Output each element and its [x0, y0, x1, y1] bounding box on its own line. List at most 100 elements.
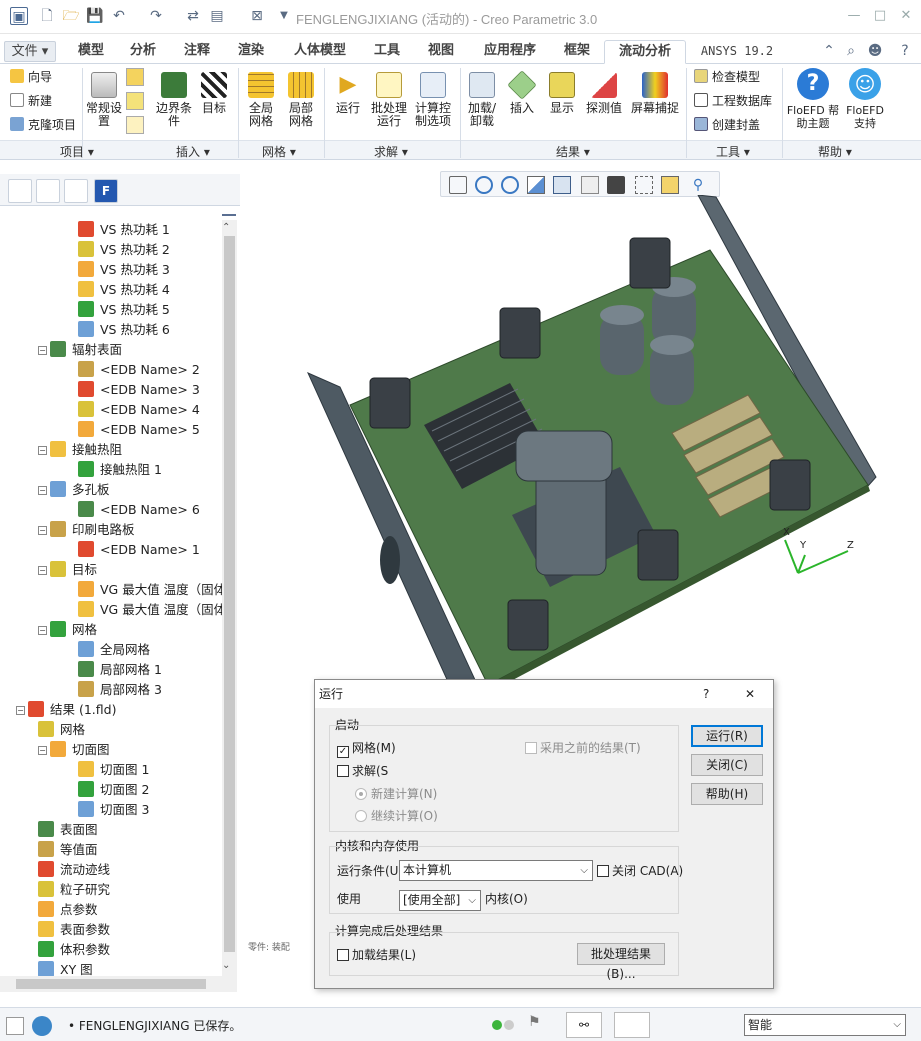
- find-binoculars-icon[interactable]: ⚯: [566, 1012, 602, 1038]
- subdomain-icon[interactable]: [126, 92, 144, 110]
- tree-item[interactable]: − 结果 (1.fld): [16, 700, 116, 720]
- floefd-tab-icon[interactable]: F: [94, 179, 118, 203]
- run-dialog-button[interactable]: 运行(R): [691, 725, 763, 747]
- graphics-viewport[interactable]: X Y Z: [240, 195, 921, 695]
- tree-item[interactable]: 表面参数: [38, 920, 110, 940]
- collapse-toggle-icon[interactable]: −: [38, 526, 47, 535]
- favorites-tab-icon[interactable]: [64, 179, 88, 203]
- tree-item[interactable]: VS 热功耗 6: [78, 320, 170, 340]
- tree-item[interactable]: 接触热阻 1: [78, 460, 162, 480]
- tab-model[interactable]: 模型: [68, 40, 114, 64]
- collapse-toggle-icon[interactable]: −: [38, 626, 47, 635]
- tree-item[interactable]: − 多孔板: [38, 480, 110, 500]
- tree-hscroll-thumb[interactable]: [16, 979, 206, 989]
- tab-manikin[interactable]: 人体模型: [282, 40, 358, 64]
- close-dialog-button[interactable]: 关闭(C): [691, 754, 763, 776]
- account-icon[interactable]: ☻: [866, 42, 884, 60]
- tree-item[interactable]: 流动迹线: [38, 860, 110, 880]
- datum-display-icon[interactable]: [635, 176, 653, 194]
- zoom-out-icon[interactable]: [501, 176, 519, 194]
- cores-select[interactable]: [使用全部] ⌵: [399, 890, 481, 911]
- goals-button[interactable]: 目标: [196, 72, 232, 115]
- tree-item[interactable]: 点参数: [38, 900, 98, 920]
- tree-item[interactable]: <EDB Name> 3: [78, 380, 200, 400]
- open-folder-icon[interactable]: 🗁: [62, 7, 80, 25]
- collapse-toggle-icon[interactable]: −: [38, 566, 47, 575]
- tree-scroll-thumb[interactable]: [224, 236, 235, 952]
- check-model-button[interactable]: 检查模型: [694, 68, 760, 86]
- general-settings-button[interactable]: 常规设置: [86, 72, 122, 128]
- tree-item[interactable]: − 目标: [38, 560, 97, 580]
- run-at-select[interactable]: 本计算机 ⌵: [399, 860, 593, 881]
- saved-views-icon[interactable]: [581, 176, 599, 194]
- tree-item[interactable]: 局部网格 1: [78, 660, 162, 680]
- group-results-label[interactable]: 结果 ▾: [556, 143, 590, 160]
- new-project-button[interactable]: 新建: [10, 92, 52, 110]
- tree-item[interactable]: <EDB Name> 2: [78, 360, 200, 380]
- global-mesh-button[interactable]: 全局网格: [244, 72, 278, 128]
- layout-icon[interactable]: [6, 1017, 24, 1035]
- customize-icon[interactable]: ▼: [275, 7, 293, 25]
- tree-item[interactable]: <EDB Name> 6: [78, 500, 200, 520]
- dialog-help-icon[interactable]: ?: [703, 686, 709, 702]
- help-dialog-button[interactable]: 帮助(H): [691, 783, 763, 805]
- boundary-conditions-button[interactable]: 边界条件: [156, 72, 192, 128]
- group-project-label[interactable]: 项目 ▾: [60, 143, 94, 160]
- tree-item[interactable]: 全局网格: [78, 640, 150, 660]
- new-file-icon[interactable]: 🗋: [38, 7, 56, 25]
- collapse-toggle-icon[interactable]: −: [38, 346, 47, 355]
- tree-item[interactable]: − 接触热阻: [38, 440, 122, 460]
- tree-item[interactable]: − 切面图: [38, 740, 110, 760]
- help-icon[interactable]: ?: [896, 42, 914, 60]
- scroll-up-icon[interactable]: ⌃: [222, 222, 230, 233]
- annotation-display-icon[interactable]: [661, 176, 679, 194]
- load-unload-button[interactable]: 加载/卸载: [464, 72, 500, 128]
- tab-tools[interactable]: 工具: [364, 40, 410, 64]
- mesh-checkbox[interactable]: ✓ 网格(M): [337, 740, 396, 758]
- tree-item[interactable]: XY 图: [38, 960, 93, 976]
- batch-results-button[interactable]: 批处理结果(B)...: [577, 943, 665, 981]
- redo-icon[interactable]: ↷: [147, 7, 165, 25]
- tree-item[interactable]: 表面图: [38, 820, 98, 840]
- tree-item[interactable]: 粒子研究: [38, 880, 110, 900]
- tab-flow-analysis[interactable]: 流动分析: [604, 40, 686, 64]
- tree-item[interactable]: 切面图 1: [78, 760, 149, 780]
- group-insert-label[interactable]: 插入 ▾: [176, 143, 210, 160]
- search-icon[interactable]: ⌕: [842, 42, 860, 60]
- zoom-in-icon[interactable]: [475, 176, 493, 194]
- display-button[interactable]: 显示: [544, 72, 580, 115]
- component-icon[interactable]: [126, 68, 144, 86]
- tree-item[interactable]: − 辐射表面: [38, 340, 122, 360]
- model-tree-tab-icon[interactable]: [8, 179, 32, 203]
- create-lids-button[interactable]: 创建封盖: [694, 116, 760, 134]
- refit-icon[interactable]: [449, 176, 467, 194]
- collapse-ribbon-icon[interactable]: ⌃: [820, 42, 838, 60]
- load-results-checkbox[interactable]: 加载结果(L): [337, 947, 416, 963]
- screen-capture-button[interactable]: 屏幕捕捉: [628, 72, 682, 115]
- tree-item[interactable]: 切面图 3: [78, 800, 149, 820]
- tree-item[interactable]: <EDB Name> 4: [78, 400, 200, 420]
- calc-control-button[interactable]: 计算控制选项: [412, 72, 454, 128]
- wizard-button[interactable]: 向导: [10, 68, 52, 86]
- spin-center-icon[interactable]: ⚲: [689, 176, 707, 194]
- engineering-db-button[interactable]: 工程数据库: [694, 92, 772, 110]
- close-cad-checkbox[interactable]: 关闭 CAD(A): [597, 863, 683, 879]
- tab-framework[interactable]: 框架: [554, 40, 600, 64]
- tree-item[interactable]: <EDB Name> 1: [78, 540, 200, 560]
- tree-item[interactable]: 网格: [38, 720, 85, 740]
- goal-plot-icon[interactable]: [126, 116, 144, 134]
- tab-ansys[interactable]: ANSYS 19.2: [692, 40, 782, 64]
- batch-run-button[interactable]: 批处理运行: [368, 72, 410, 128]
- tab-file[interactable]: 文件 ▾: [4, 41, 56, 62]
- floefd-support-button[interactable]: ☺ FloEFD 支持: [842, 68, 888, 130]
- insert-result-button[interactable]: 插入: [504, 70, 540, 115]
- repaint-icon[interactable]: [527, 176, 545, 194]
- tab-annotate[interactable]: 注释: [174, 40, 220, 64]
- undo-icon[interactable]: ↶: [110, 7, 128, 25]
- tree-item[interactable]: VS 热功耗 1: [78, 220, 170, 240]
- app-icon[interactable]: ▣: [10, 7, 28, 25]
- folder-browser-tab-icon[interactable]: [36, 179, 60, 203]
- minimize-icon[interactable]: —: [846, 8, 862, 24]
- tree-item[interactable]: VS 热功耗 3: [78, 260, 170, 280]
- local-mesh-button[interactable]: 局部网格: [284, 72, 318, 128]
